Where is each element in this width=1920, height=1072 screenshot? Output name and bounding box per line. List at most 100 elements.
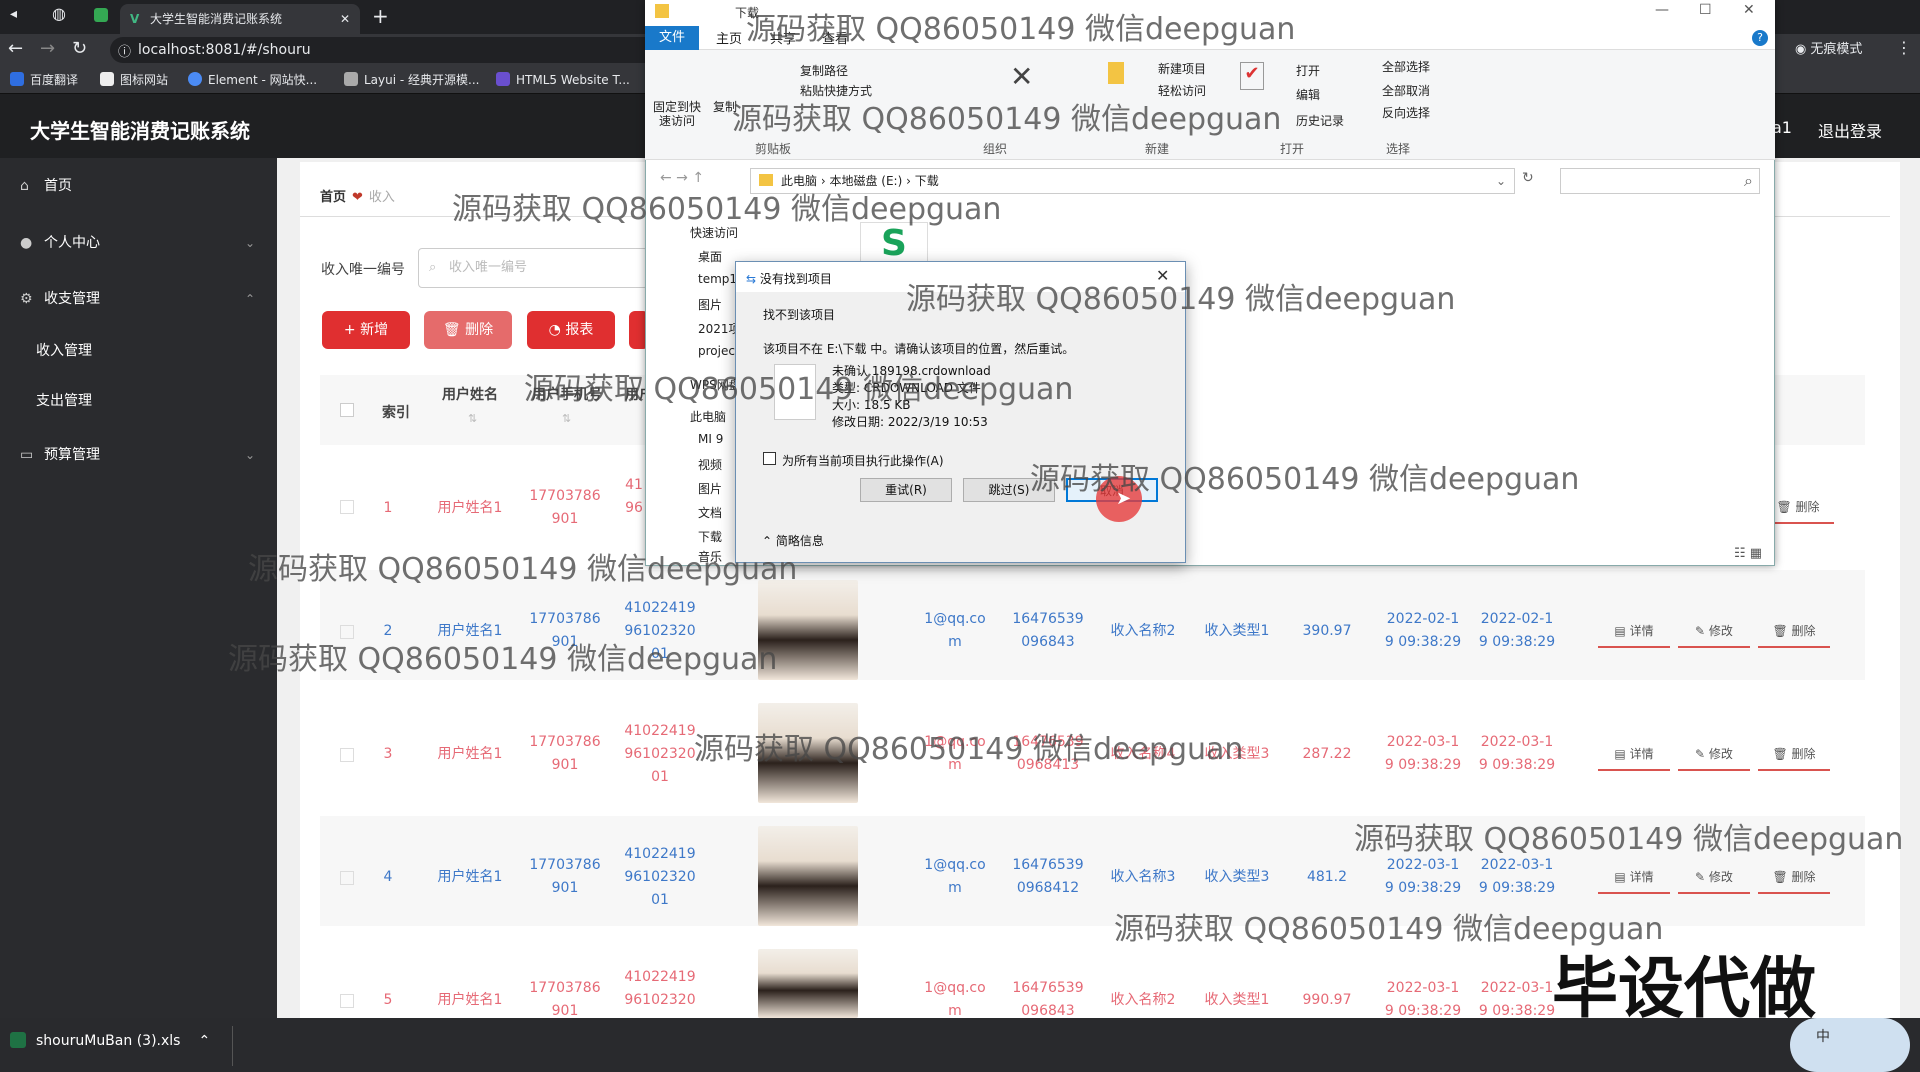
row-detail-button[interactable]: ▤ 详情: [1598, 614, 1670, 648]
chevron-down-icon[interactable]: ⌄: [1496, 169, 1506, 193]
url-input[interactable]: localhost:8081/#/shouru: [110, 37, 670, 63]
column-header-user-name[interactable]: 用户姓名: [442, 384, 498, 404]
delete-button[interactable]: 🗑 删除: [424, 311, 512, 349]
row-edit-button[interactable]: ✎ 修改: [1678, 860, 1750, 894]
sort-icon[interactable]: ⇅: [562, 412, 571, 425]
nav-pictures-2[interactable]: 图片: [698, 480, 722, 497]
ribbon-edit[interactable]: 编辑: [1296, 86, 1320, 103]
dialog-message: 该项目不在 E:\下载 中。请确认该项目的位置，然后重试。: [763, 342, 1075, 356]
ribbon-new-item[interactable]: 新建项目: [1158, 60, 1206, 77]
bookmark-0[interactable]: 百度翻译: [10, 70, 78, 90]
incognito-badge[interactable]: ◉ 无痕模式: [1795, 38, 1862, 57]
close-icon[interactable]: ✕: [1743, 2, 1755, 18]
back-icon[interactable]: ←: [8, 38, 23, 59]
row-checkbox[interactable]: [340, 871, 354, 885]
row-delete-button[interactable]: 🗑 删除: [1758, 614, 1830, 648]
globe-icon[interactable]: ◍: [52, 4, 66, 23]
reload-icon[interactable]: ↻: [72, 38, 87, 59]
menu-home[interactable]: 主页: [716, 28, 742, 47]
info-icon[interactable]: ⓘ: [118, 41, 131, 60]
delete-x-icon[interactable]: ✕: [1010, 60, 1033, 93]
nav-pictures[interactable]: 图片: [698, 296, 722, 313]
ribbon-select-all[interactable]: 全部选择: [1382, 58, 1430, 75]
dialog-title-text: 没有找到项目: [759, 272, 832, 286]
sidebar-item-expense[interactable]: 支出管理: [0, 376, 277, 426]
bookmark-4[interactable]: HTML5 Website T...: [496, 70, 630, 90]
row-delete-button[interactable]: 🗑 删除: [1758, 737, 1830, 771]
nav-desktop[interactable]: 桌面: [698, 248, 722, 265]
download-bar-divider: [232, 1026, 233, 1066]
refresh-icon[interactable]: ↻: [1522, 170, 1534, 186]
new-tab-icon[interactable]: +: [372, 4, 389, 28]
nav-downloads[interactable]: 下载: [698, 528, 722, 545]
row-checkbox[interactable]: [340, 994, 354, 1008]
row-detail-button[interactable]: ▤ 详情: [1598, 737, 1670, 771]
select-all-checkbox[interactable]: [340, 403, 354, 417]
ribbon-select-none[interactable]: 全部取消: [1382, 82, 1430, 99]
ribbon-open[interactable]: 打开: [1296, 62, 1320, 79]
download-item[interactable]: shouruMuBan (3).xls ⌃: [10, 1032, 210, 1049]
ime-widget[interactable]: 中: [1790, 1018, 1910, 1072]
breadcrumb-home[interactable]: 首页: [320, 190, 346, 205]
minimize-icon[interactable]: —: [1655, 2, 1669, 18]
forward-icon[interactable]: →: [40, 38, 55, 59]
bookmark-2[interactable]: Element - 网站快...: [188, 70, 317, 90]
sidebar-item-label: 支出管理: [36, 393, 92, 409]
apply-all-label[interactable]: 为所有当前项目执行此操作(A): [782, 452, 944, 469]
report-button[interactable]: ◔ 报表: [527, 311, 615, 349]
cell-email: 1@qq.co: [924, 857, 986, 873]
heart-icon: ❤: [352, 190, 363, 205]
browser-menu-icon[interactable]: ⋮: [1896, 38, 1912, 57]
menu-file[interactable]: 文件: [645, 26, 699, 50]
retry-button[interactable]: 重试(R): [860, 478, 952, 502]
cell-updated: 2022-03-1: [1480, 734, 1554, 750]
nav-documents[interactable]: 文档: [698, 504, 722, 521]
row-detail-button[interactable]: ▤ 详情: [1598, 860, 1670, 894]
ribbon-pin[interactable]: 固定到快速访问: [652, 100, 702, 128]
bookmark-1[interactable]: 图标网站: [100, 70, 168, 90]
cell-income-name: 收入名称2: [1110, 623, 1176, 639]
row-edit-button[interactable]: ✎ 修改: [1678, 737, 1750, 771]
audio-icon[interactable]: ◂: [10, 6, 17, 22]
nav-temp1[interactable]: temp1: [698, 272, 737, 286]
cell-account: 0968412: [1016, 880, 1080, 896]
nav-video[interactable]: 视频: [698, 456, 722, 473]
sidebar-item-income[interactable]: 收入管理: [0, 326, 277, 376]
dialog-file-date: 修改日期: 2022/3/19 10:53: [832, 415, 988, 429]
help-icon[interactable]: ?: [1752, 30, 1768, 46]
search-input[interactable]: ⌕ 收入唯一编号: [418, 248, 648, 288]
column-header-index[interactable]: 索引: [382, 402, 410, 422]
sidebar-item-profile[interactable]: ● 个人中心 ⌄: [0, 218, 277, 268]
bookmark-3[interactable]: Layui - 经典开源模...: [344, 70, 479, 90]
row-delete-button[interactable]: 🗑 删除: [1758, 860, 1830, 894]
add-button[interactable]: + 新增: [322, 311, 410, 349]
logout-link[interactable]: 退出登录: [1818, 118, 1882, 142]
browser-tab-active[interactable]: V 大学生智能消费记账系统 ✕: [120, 4, 360, 34]
corner-watermark: 毕设代做: [1552, 950, 1816, 1027]
explorer-search-input[interactable]: ⌕: [1560, 168, 1760, 194]
dialog-heading: 找不到该项目: [763, 308, 836, 322]
apply-all-checkbox[interactable]: [763, 452, 776, 465]
new-folder-icon[interactable]: [1108, 62, 1124, 84]
sidebar-item-finance[interactable]: ⚙ 收支管理 ⌃: [0, 274, 277, 324]
sidebar-item-budget[interactable]: ▭ 预算管理 ⌄: [0, 430, 277, 480]
bookmark-label: Element - 网站快...: [208, 73, 318, 87]
nav-this-pc[interactable]: 此电脑: [690, 408, 726, 425]
sort-icon[interactable]: ⇅: [468, 412, 477, 425]
sidebar-item-home[interactable]: ⌂ 首页: [0, 161, 277, 211]
row-checkbox[interactable]: [340, 500, 354, 514]
close-tab-icon[interactable]: ✕: [340, 4, 350, 34]
maximize-icon[interactable]: ☐: [1699, 2, 1712, 18]
ribbon-copy-path[interactable]: 复制路径: [800, 62, 848, 79]
edit-icon: ✎: [1695, 747, 1709, 761]
nav-projec[interactable]: projec: [698, 344, 735, 358]
row-edit-button[interactable]: ✎ 修改: [1678, 614, 1750, 648]
ribbon-history[interactable]: 历史记录: [1296, 112, 1344, 129]
ribbon-invert[interactable]: 反向选择: [1382, 104, 1430, 121]
breadcrumb: 首页 ❤ 收入: [320, 186, 395, 205]
view-toggle-icon[interactable]: ☷ ▦: [1734, 546, 1762, 561]
nav-mi9[interactable]: MI 9: [698, 432, 723, 446]
row-checkbox[interactable]: [340, 748, 354, 762]
download-bar: [0, 1018, 1920, 1072]
properties-icon[interactable]: ✔: [1240, 62, 1264, 90]
